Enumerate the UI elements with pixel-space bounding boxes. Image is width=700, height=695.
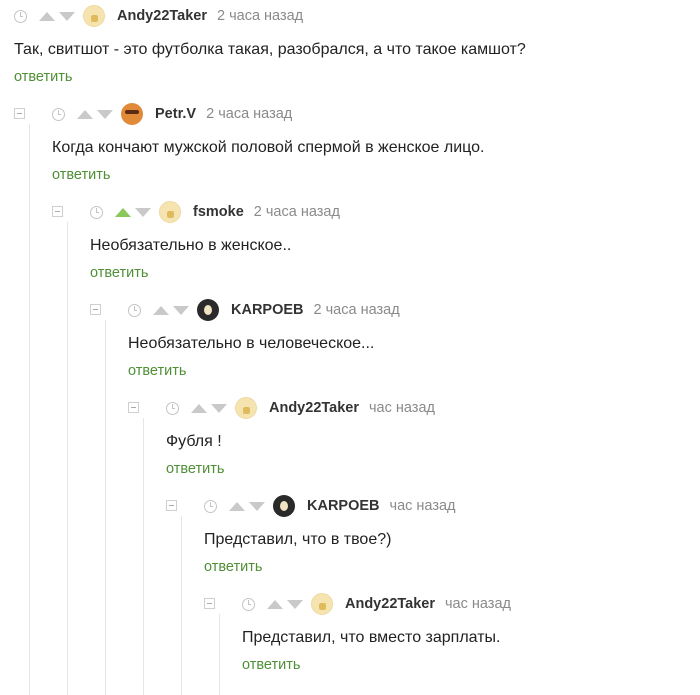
downvote-icon[interactable]: [135, 207, 151, 217]
clock-icon: [128, 303, 141, 317]
upvote-icon[interactable]: [77, 109, 93, 119]
downvote-icon[interactable]: [249, 501, 265, 511]
collapse-button[interactable]: [166, 500, 177, 511]
downvote-icon[interactable]: [287, 599, 303, 609]
clock-icon: [52, 107, 65, 121]
comment-author[interactable]: Andy22Taker: [345, 596, 435, 612]
comment-time: 2 часа назад: [217, 8, 304, 24]
comment-author[interactable]: KARPOEB: [307, 498, 380, 514]
comment-author[interactable]: Petr.V: [155, 106, 196, 122]
avatar[interactable]: [121, 103, 143, 125]
collapse-button[interactable]: [52, 206, 63, 217]
reply-link[interactable]: ответить: [52, 167, 110, 183]
reply-link[interactable]: ответить: [204, 559, 262, 575]
upvote-icon[interactable]: [229, 501, 245, 511]
avatar[interactable]: [235, 397, 257, 419]
upvote-icon[interactable]: [191, 403, 207, 413]
comment-text: Представил, что вместо зарплаты.: [242, 629, 501, 646]
avatar[interactable]: [273, 495, 295, 517]
comment-time: 2 часа назад: [206, 106, 293, 122]
comment-time: час назад: [369, 400, 435, 416]
reply-link[interactable]: ответить: [14, 69, 72, 85]
clock-icon: [14, 9, 27, 23]
comment-time: 2 часа назад: [253, 204, 340, 220]
comment-text: Представил, что в твое?): [204, 531, 392, 548]
comment-header: Andy22Taker час назад: [166, 397, 435, 419]
comment-header: Andy22Taker 2 часа назад: [14, 5, 303, 27]
collapse-button[interactable]: [128, 402, 139, 413]
collapse-button[interactable]: [14, 108, 25, 119]
avatar[interactable]: [197, 299, 219, 321]
comment-time: час назад: [389, 498, 456, 514]
comment-author[interactable]: KARPOEB: [231, 302, 304, 318]
comment-time: час назад: [445, 596, 511, 612]
avatar[interactable]: [83, 5, 105, 27]
thread-line: [105, 320, 106, 695]
downvote-icon[interactable]: [59, 11, 75, 21]
avatar[interactable]: [159, 201, 181, 223]
comment-text: Фубля !: [166, 433, 222, 450]
thread-line: [29, 124, 30, 695]
thread-line: [67, 222, 68, 695]
upvote-icon[interactable]: [267, 599, 283, 609]
comment-text: Необязательно в женское..: [90, 237, 292, 254]
downvote-icon[interactable]: [173, 305, 189, 315]
collapse-button[interactable]: [90, 304, 101, 315]
downvote-icon[interactable]: [211, 403, 227, 413]
comment-header: Andy22Taker час назад: [242, 593, 511, 615]
upvote-icon[interactable]: [153, 305, 169, 315]
clock-icon: [90, 205, 103, 219]
comment-time: 2 часа назад: [313, 302, 400, 318]
comment-author[interactable]: Andy22Taker: [117, 8, 207, 24]
clock-icon: [242, 597, 255, 611]
clock-icon: [204, 499, 217, 513]
thread-line: [143, 418, 144, 695]
comment-header: KARPOEB 2 часа назад: [128, 299, 400, 321]
reply-link[interactable]: ответить: [242, 657, 300, 673]
collapse-button[interactable]: [204, 598, 215, 609]
reply-link[interactable]: ответить: [166, 461, 224, 477]
clock-icon: [166, 401, 179, 415]
comment-text: Когда кончают мужской половой спермой в …: [52, 139, 485, 156]
comment-header: KARPOEB час назад: [204, 495, 456, 517]
reply-link[interactable]: ответить: [90, 265, 148, 281]
comment-header: fsmoke 2 часа назад: [90, 201, 340, 223]
comment-text: Необязательно в человеческое...: [128, 335, 375, 352]
downvote-icon[interactable]: [97, 109, 113, 119]
comment-text: Так, свитшот - это футболка такая, разоб…: [14, 41, 526, 58]
reply-link[interactable]: ответить: [128, 363, 186, 379]
comment-author[interactable]: Andy22Taker: [269, 400, 359, 416]
comment-header: Petr.V 2 часа назад: [52, 103, 292, 125]
thread-line: [181, 516, 182, 695]
upvote-icon[interactable]: [39, 11, 55, 21]
thread-line: [219, 614, 220, 695]
avatar[interactable]: [311, 593, 333, 615]
upvote-icon[interactable]: [115, 207, 131, 217]
comment-author[interactable]: fsmoke: [193, 204, 244, 220]
